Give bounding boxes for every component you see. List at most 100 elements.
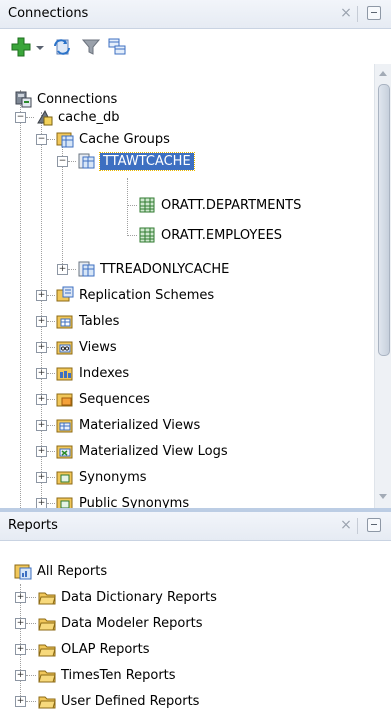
tree-item-label: User Defined Reports	[61, 693, 200, 709]
expand-toggle[interactable]: +	[36, 290, 47, 301]
tree-guide-line	[26, 649, 36, 650]
tree-item-synonyms[interactable]: Synonyms	[56, 466, 147, 488]
expand-toggle[interactable]: +	[36, 394, 47, 405]
tree-item-tables[interactable]: Tables	[56, 310, 119, 332]
tree-item-label: ORATT.EMPLOYEES	[161, 227, 283, 243]
tree-item-label: Indexes	[79, 365, 130, 381]
tree-item-materialized-view-logs[interactable]: Materialized View Logs	[56, 440, 228, 462]
dropdown-arrow-icon[interactable]	[33, 36, 47, 58]
header-divider	[357, 518, 358, 534]
connections-scrollbar[interactable]	[374, 64, 391, 508]
reports-minimize-button[interactable]	[367, 518, 381, 532]
tree-item-label: Data Dictionary Reports	[61, 589, 217, 605]
scroll-up-icon[interactable]	[375, 66, 391, 80]
tree-item-label: cache_db	[58, 109, 120, 125]
collapse-toggle[interactable]: −	[57, 156, 68, 167]
tree-item-label: All Reports	[37, 563, 108, 579]
reports-tree: All Reports + Data Dictionary Reports + …	[0, 542, 391, 717]
tree-guide-line	[47, 503, 55, 504]
expand-toggle[interactable]: +	[15, 644, 26, 655]
report-folder-icon	[38, 696, 56, 709]
tree-item-views[interactable]: Views	[56, 336, 117, 358]
tree-item-label: Materialized Views	[79, 417, 201, 433]
tree-guide-line	[68, 269, 76, 270]
schema-browser-icon[interactable]	[106, 36, 128, 58]
tree-guide-line	[47, 425, 55, 426]
tree-item-label: TTREADONLYCACHE	[100, 261, 230, 277]
table-icon	[139, 227, 155, 243]
cache-groups-icon	[56, 132, 74, 148]
expand-toggle[interactable]: +	[36, 420, 47, 431]
refresh-icon[interactable]	[51, 36, 73, 58]
connections-icon	[15, 91, 32, 108]
expand-toggle[interactable]: +	[36, 342, 47, 353]
reports-panel-title: Reports	[8, 518, 58, 533]
sequences-folder-icon	[56, 393, 73, 407]
tree-item-label: Views	[79, 339, 117, 355]
tree-guide-line	[47, 139, 55, 140]
tree-item-label: OLAP Reports	[61, 641, 150, 657]
expand-toggle[interactable]: +	[36, 368, 47, 379]
collapse-toggle[interactable]: −	[15, 112, 26, 123]
synonyms-folder-icon	[56, 471, 73, 485]
tree-item-indexes[interactable]: Indexes	[56, 362, 129, 384]
tree-guide-line	[127, 178, 128, 236]
header-divider	[357, 6, 358, 22]
tree-item-cache-groups[interactable]: Cache Groups	[56, 128, 170, 150]
cache-group-icon	[78, 261, 95, 277]
tree-item-data-modeler-reports[interactable]: Data Modeler Reports	[38, 612, 203, 634]
tree-item-ttawtcache[interactable]: TTAWTCACHE	[77, 150, 195, 172]
tree-item-user-defined-reports[interactable]: User Defined Reports	[38, 690, 199, 712]
expand-toggle[interactable]: +	[15, 618, 26, 629]
tree-item-oratt-employees[interactable]: ORATT.EMPLOYEES	[138, 224, 282, 246]
tree-item-sequences[interactable]: Sequences	[56, 388, 150, 410]
tree-item-oratt-departments[interactable]: ORATT.DEPARTMENTS	[138, 194, 301, 216]
tree-guide-line	[127, 205, 137, 206]
filter-icon[interactable]	[80, 36, 102, 58]
expand-toggle[interactable]: +	[57, 264, 68, 275]
scrollbar-thumb[interactable]	[378, 84, 390, 356]
tree-item-replication-schemes[interactable]: Replication Schemes	[56, 284, 214, 306]
tree-item-data-dictionary-reports[interactable]: Data Dictionary Reports	[38, 586, 217, 608]
tree-item-label: Connections	[37, 91, 118, 107]
tree-item-timesten-reports[interactable]: TimesTen Reports	[38, 664, 176, 686]
expand-toggle[interactable]: +	[15, 670, 26, 681]
tree-item-label: Tables	[79, 313, 120, 329]
tree-item-olap-reports[interactable]: OLAP Reports	[38, 638, 150, 660]
expand-toggle[interactable]: +	[36, 498, 47, 508]
indexes-folder-icon	[56, 367, 73, 381]
tree-guide-line	[62, 134, 63, 268]
expand-toggle[interactable]: +	[15, 592, 26, 603]
tree-item-all-reports[interactable]: All Reports	[14, 560, 107, 582]
connections-minimize-button[interactable]	[367, 6, 381, 20]
reports-close-icon[interactable]: ×	[338, 517, 354, 533]
tree-guide-line	[47, 321, 55, 322]
tree-item-label: Synonyms	[79, 469, 147, 485]
tree-guide-line	[26, 675, 36, 676]
reports-panel-header: Reports ×	[0, 512, 391, 541]
expand-toggle[interactable]: +	[36, 446, 47, 457]
tree-guide-line	[127, 235, 137, 236]
tree-item-label: TimesTen Reports	[61, 667, 176, 683]
add-connection-icon[interactable]	[10, 36, 32, 58]
tree-guide-line	[20, 90, 21, 508]
scroll-down-icon[interactable]	[375, 490, 391, 504]
tree-item-materialized-views[interactable]: Materialized Views	[56, 414, 200, 436]
connections-panel-title: Connections	[8, 6, 89, 21]
connections-close-icon[interactable]: ×	[338, 5, 354, 21]
expand-toggle[interactable]: +	[15, 696, 26, 707]
tree-item-ttreadonlycache[interactable]: TTREADONLYCACHE	[77, 258, 229, 280]
tree-item-label: Materialized View Logs	[79, 443, 228, 459]
report-folder-icon	[38, 670, 56, 683]
tree-item-label: Cache Groups	[79, 131, 170, 147]
tree-item-label: ORATT.DEPARTMENTS	[161, 197, 302, 213]
tree-item-cache-db[interactable]: cache_db	[35, 106, 120, 128]
expand-toggle[interactable]: +	[36, 472, 47, 483]
collapse-toggle[interactable]: −	[36, 134, 47, 145]
table-icon	[139, 197, 155, 213]
expand-toggle[interactable]: +	[36, 316, 47, 327]
report-folder-icon	[38, 644, 56, 657]
reports-root-icon	[14, 564, 32, 580]
tables-folder-icon	[56, 315, 73, 329]
tree-item-public-synonyms[interactable]: Public Synonyms	[56, 492, 189, 508]
